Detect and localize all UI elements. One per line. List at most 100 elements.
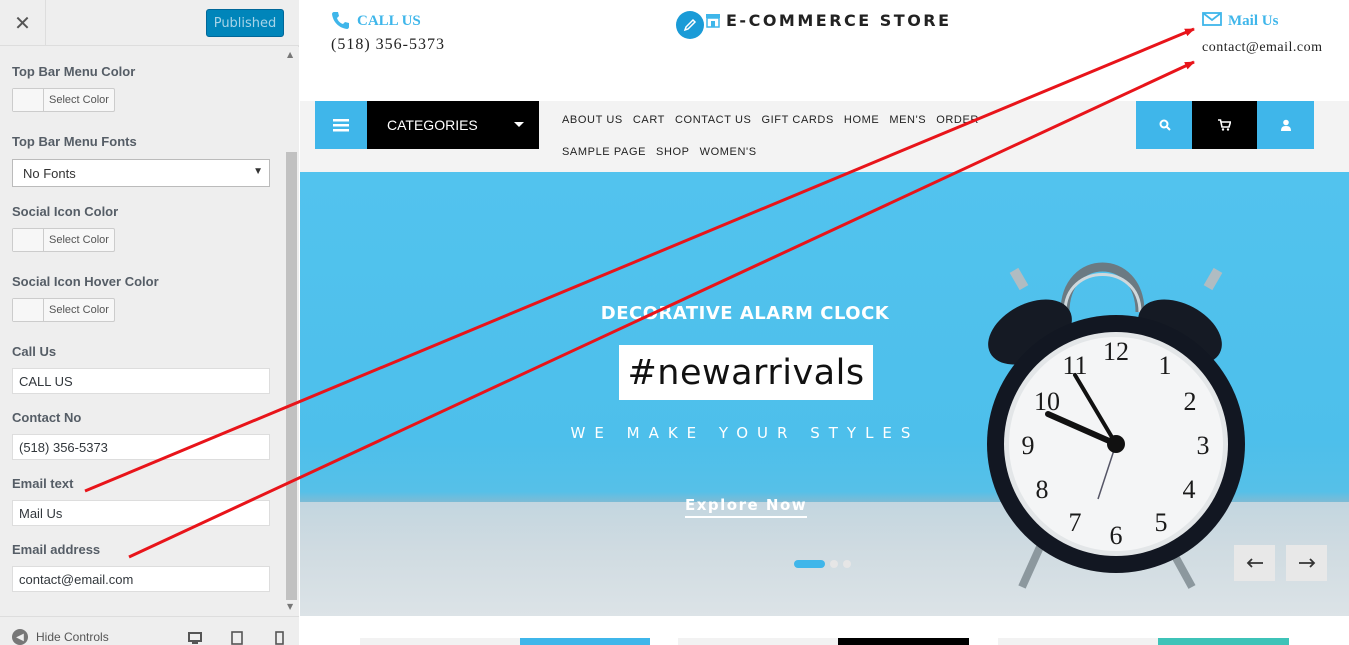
card-2-bg [678,638,838,645]
mail-address[interactable]: contact@email.com [1202,36,1342,60]
social-icon-color-picker[interactable]: Select Color [12,228,115,252]
svg-text:5: 5 [1155,508,1168,537]
desktop-icon[interactable] [188,631,202,645]
collapse-icon: ◀ [12,629,28,645]
sidebar-scrollbar[interactable]: ▲ ▼ [284,47,299,616]
mail-icon [1202,12,1222,26]
email-address-label: Email address [12,542,101,557]
slider-dot-1[interactable] [794,560,825,568]
social-icon-color-label: Social Icon Color [12,204,119,219]
nav-link-womens[interactable]: WOMEN'S [700,142,757,162]
customizer-footer: ◀ Hide Controls [0,616,299,645]
tablet-icon[interactable] [230,631,244,645]
page-root: ✕ Published Top Bar Menu Color Select Co… [0,0,1349,645]
card-3-bg [998,638,1158,645]
nav-link-about-us[interactable]: ABOUT US [562,110,623,130]
top-bar-menu-color-picker[interactable]: Select Color [12,88,115,112]
mobile-icon[interactable] [272,631,286,645]
email-address-input[interactable] [12,566,270,592]
account-button[interactable] [1257,101,1314,149]
caret-down-icon: ▼ [253,166,263,177]
nav-link-gift-cards[interactable]: GIFT CARDS [762,110,834,130]
user-icon [1280,119,1291,131]
publish-button[interactable]: Published [206,9,284,37]
cart-icon [1218,119,1231,131]
color-swatch [13,229,44,251]
hide-controls-button[interactable]: ◀ Hide Controls [12,629,109,645]
svg-text:4: 4 [1183,475,1196,504]
pencil-icon [683,18,697,32]
customizer-controls: Top Bar Menu Color Select Color Top Bar … [0,47,284,616]
categories-dropdown[interactable]: CATEGORIES [367,101,539,149]
hamburger-icon [333,119,349,132]
select-color-label: Select Color [49,234,109,246]
hero-tagline: WE MAKE YOUR STYLES [570,424,920,442]
social-icon-hover-color-label: Social Icon Hover Color [12,274,159,289]
color-swatch [13,299,44,321]
call-number[interactable]: (518) 356-5373 [331,36,445,54]
slider-dots [794,560,851,568]
card-1-bg [360,638,520,645]
nav-link-home[interactable]: HOME [844,110,879,130]
nav-link-mens[interactable]: MEN'S [889,110,926,130]
email-text-input[interactable] [12,500,270,526]
card-2-accent [838,638,969,645]
search-button[interactable] [1136,101,1193,149]
nav-link-order[interactable]: ORDER [936,110,979,130]
call-us-label: Call Us [12,344,57,359]
slider-prev-button[interactable] [1234,545,1275,581]
call-us-input[interactable] [12,368,270,394]
hero-subtitle: DECORATIVE ALARM CLOCK [600,303,890,324]
card-3-accent [1158,638,1289,645]
social-icon-hover-color-picker[interactable]: Select Color [12,298,115,322]
slider-dot-3[interactable] [843,560,851,568]
arrow-right-icon [1298,558,1315,568]
slider-dot-2[interactable] [830,560,838,568]
close-button[interactable]: ✕ [0,0,46,46]
color-swatch [13,89,44,111]
contact-no-label: Contact No [12,410,82,425]
svg-text:7: 7 [1069,508,1082,537]
top-bar-menu-color-label: Top Bar Menu Color [12,64,136,79]
top-bar-menu-fonts-label: Top Bar Menu Fonts [12,134,137,149]
phone-icon [332,12,349,29]
card-1-accent [520,638,650,645]
cart-button[interactable] [1192,101,1257,149]
hide-controls-label: Hide Controls [36,630,109,644]
svg-text:12: 12 [1103,337,1129,366]
select-color-label: Select Color [49,94,109,106]
hero-title: #newarrivals [627,352,865,393]
nav-links: ABOUT US CART CONTACT US GIFT CARDS HOME… [562,110,1062,162]
scrollbar-thumb[interactable] [286,152,297,600]
hero-slider: 12 1 2 3 4 5 6 7 8 9 10 11 DECORATIVE AL… [300,172,1349,616]
svg-text:6: 6 [1110,521,1123,550]
explore-now-button[interactable]: Explore Now [685,496,808,518]
svg-text:8: 8 [1036,475,1049,504]
site-preview: CALL US (518) 356-5373 E-COMMERCE STORE … [300,0,1349,645]
mail-us-text: Mail Us [1228,13,1279,29]
top-bar-menu-fonts-select[interactable]: No Fonts ▼ [12,159,270,187]
store-icon [706,14,720,28]
svg-text:3: 3 [1197,431,1210,460]
slider-next-button[interactable] [1286,545,1327,581]
caret-down-icon [514,122,524,127]
svg-text:1: 1 [1159,351,1172,380]
nav-link-shop[interactable]: SHOP [656,142,690,162]
call-us-text: CALL US [357,13,421,29]
scroll-down-icon[interactable]: ▼ [287,602,293,611]
select-value: No Fonts [23,166,76,181]
product-cards-row [300,616,1349,645]
svg-text:2: 2 [1184,387,1197,416]
contact-no-input[interactable] [12,434,270,460]
site-logo[interactable]: E-COMMERCE STORE [726,11,952,30]
scroll-up-icon[interactable]: ▲ [287,50,293,59]
menu-toggle-button[interactable] [315,101,367,149]
nav-link-cart[interactable]: CART [633,110,665,130]
edit-shortcut-button[interactable] [676,11,704,39]
nav-link-contact-us[interactable]: CONTACT US [675,110,752,130]
customizer-header: ✕ Published [0,0,299,46]
arrow-left-icon [1246,558,1263,568]
nav-link-sample-page[interactable]: SAMPLE PAGE [562,142,646,162]
search-icon [1159,119,1171,131]
customizer-sidebar: ✕ Published Top Bar Menu Color Select Co… [0,0,299,645]
